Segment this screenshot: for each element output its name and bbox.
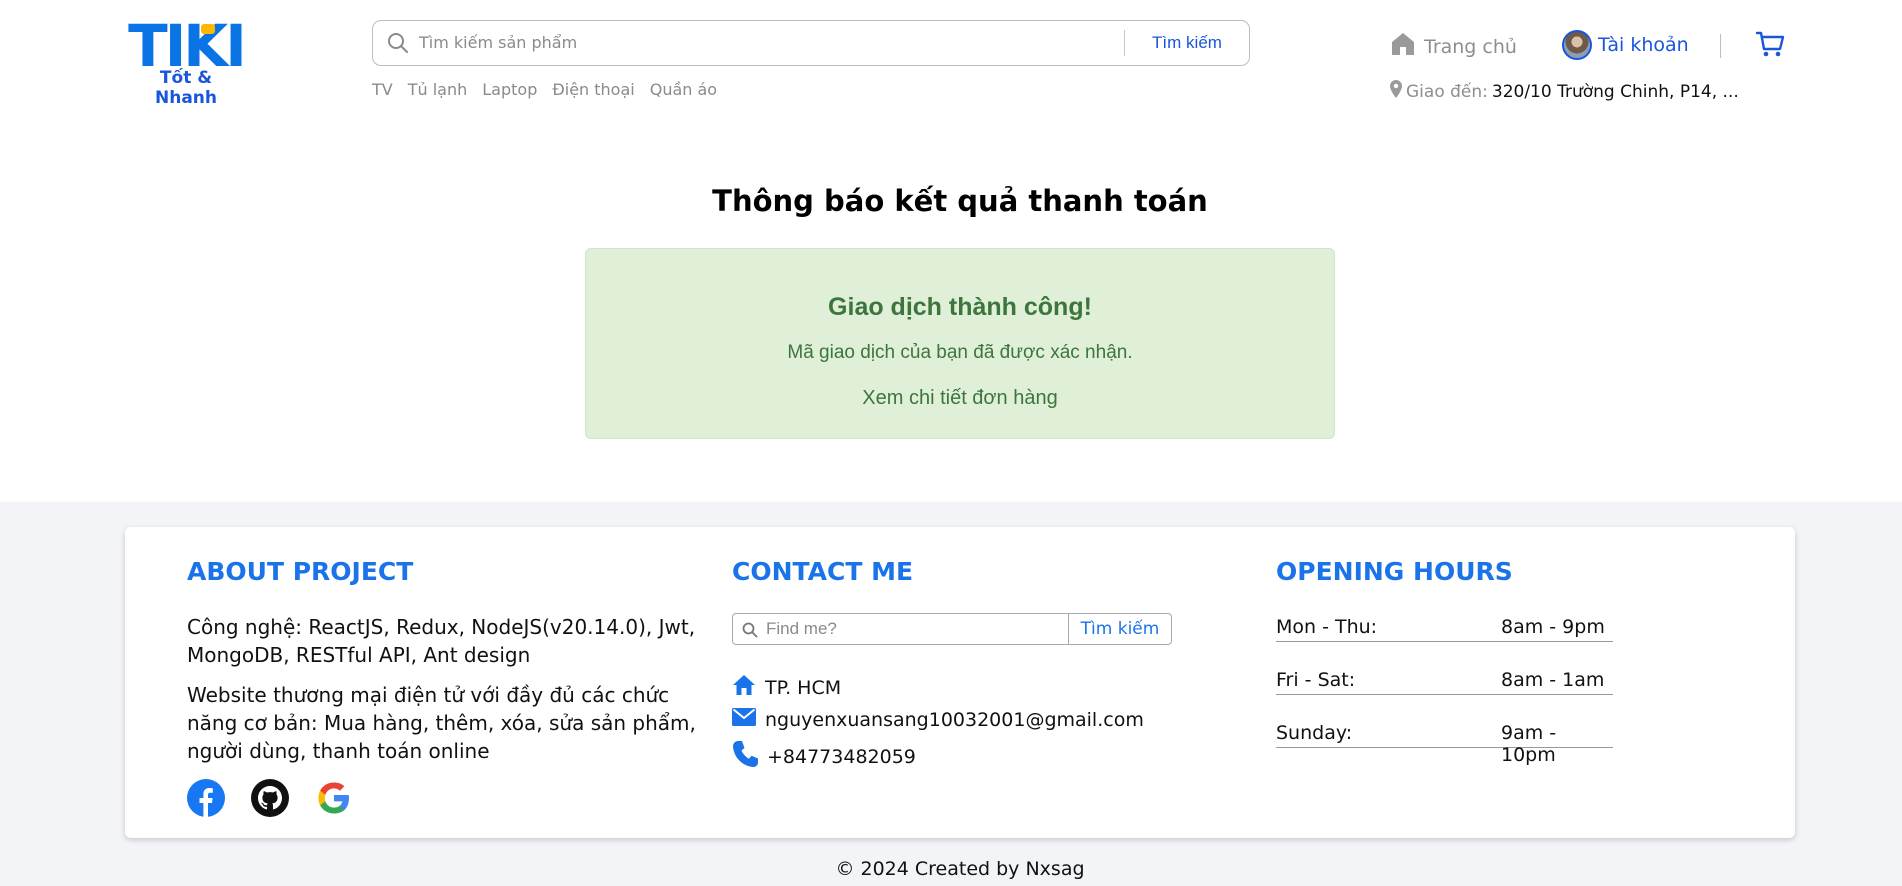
account-label: Tài khoản — [1598, 34, 1689, 56]
search-bar: Tìm kiếm — [372, 20, 1250, 66]
phone-icon — [732, 740, 758, 773]
payment-result-alert: Giao dịch thành công! Mã giao dịch của b… — [585, 248, 1335, 439]
about-title: ABOUT PROJECT — [187, 557, 414, 586]
order-details-link[interactable]: Xem chi tiết đơn hàng — [862, 387, 1057, 410]
location-pin-icon — [1390, 80, 1402, 103]
contact-email-text: nguyenxuansang10032001@gmail.com — [765, 708, 1144, 731]
home-icon — [1390, 31, 1416, 62]
quick-links: TV Tủ lạnh Laptop Điện thoại Quần áo — [372, 80, 717, 99]
hours-day: Mon - Thu: — [1276, 616, 1378, 638]
contact-email[interactable]: nguyenxuansang10032001@gmail.com — [732, 708, 1144, 731]
github-icon[interactable] — [251, 779, 289, 822]
hours-time: 8am - 9pm — [1501, 616, 1605, 638]
hours-title: OPENING HOURS — [1276, 557, 1513, 586]
contact-title: CONTACT ME — [732, 557, 914, 586]
contact-search-button[interactable]: Tìm kiếm — [1068, 614, 1171, 644]
cart-icon — [1755, 31, 1785, 63]
contact-phone-text: +84773482059 — [767, 745, 916, 768]
mail-icon — [732, 708, 756, 731]
avatar — [1562, 30, 1592, 60]
hours-row: Mon - Thu: 8am - 9pm — [1276, 616, 1613, 642]
search-icon — [387, 32, 409, 59]
hours-row: Fri - Sat: 8am - 1am — [1276, 669, 1613, 695]
quick-link-clothes[interactable]: Quần áo — [650, 80, 717, 99]
search-button[interactable]: Tìm kiếm — [1125, 21, 1249, 64]
footer-card: ABOUT PROJECT Công nghệ: ReactJS, Redux,… — [125, 527, 1795, 838]
quick-link-tv[interactable]: TV — [372, 80, 393, 99]
hours-row: Sunday: 9am - 10pm — [1276, 722, 1613, 766]
logo-accent — [201, 24, 215, 34]
contact-city-text: TP. HCM — [765, 676, 842, 699]
facebook-icon[interactable] — [187, 779, 225, 822]
google-icon[interactable] — [315, 779, 353, 822]
quick-link-phone[interactable]: Điện thoại — [552, 80, 634, 99]
delivery-address-text: 320/10 Trường Chinh, P14, ... — [1491, 81, 1739, 102]
page-title: Thông báo kết quả thanh toán — [712, 184, 1208, 218]
hours-time: 9am - 10pm — [1501, 722, 1557, 766]
result-title: Giao dịch thành công! — [828, 293, 1092, 321]
quick-link-fridge[interactable]: Tủ lạnh — [408, 80, 468, 99]
copyright: © 2024 Created by Nxsag — [835, 858, 1085, 880]
home-link[interactable]: Trang chủ — [1390, 31, 1517, 62]
hours-time: 8am - 1am — [1501, 669, 1605, 691]
contact-city: TP. HCM — [732, 673, 841, 702]
logo-slogan: Tốt & Nhanh — [154, 68, 217, 108]
social-links — [187, 779, 353, 822]
tiki-logo: TIKI — [128, 20, 246, 70]
about-description: Website thương mại điện tử với đầy đủ cá… — [187, 683, 696, 763]
hours-day: Fri - Sat: — [1276, 669, 1356, 691]
account-link[interactable]: Tài khoản — [1562, 30, 1689, 60]
contact-search-icon — [742, 622, 758, 643]
contact-search: Tìm kiếm — [732, 613, 1172, 645]
delivery-label: Giao đến: — [1406, 81, 1488, 102]
search-input[interactable] — [419, 21, 1079, 64]
site-header: TIKI Tốt & Nhanh Tìm kiếm TV Tủ lạnh Lap… — [0, 0, 1902, 120]
nav-divider — [1720, 34, 1721, 58]
contact-phone[interactable]: +84773482059 — [732, 740, 916, 773]
logo-text: TIKI — [128, 20, 244, 70]
logo-link[interactable]: TIKI Tốt & Nhanh — [126, 20, 246, 108]
about-tech: Công nghệ: ReactJS, Redux, NodeJS(v20.14… — [187, 615, 696, 667]
home-icon — [732, 673, 756, 702]
home-label: Trang chủ — [1424, 35, 1517, 58]
contact-search-input[interactable] — [766, 614, 1066, 644]
quick-link-laptop[interactable]: Laptop — [482, 80, 537, 99]
delivery-address[interactable]: Giao đến: 320/10 Trường Chinh, P14, ... — [1390, 80, 1739, 103]
result-message: Mã giao dịch của bạn đã được xác nhận. — [787, 342, 1133, 363]
cart-button[interactable] — [1755, 29, 1785, 64]
hours-day: Sunday: — [1276, 722, 1353, 744]
